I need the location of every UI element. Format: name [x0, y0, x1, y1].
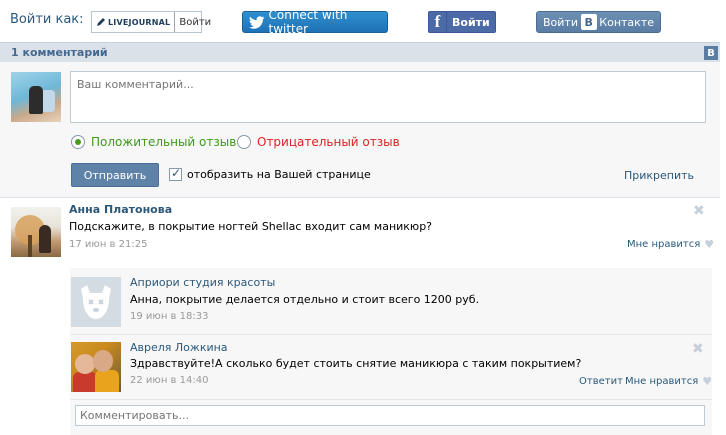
facebook-login-label: Войти: [452, 15, 490, 29]
show-on-page-checkbox[interactable]: ✓: [169, 166, 182, 181]
livejournal-login-label: Войти: [179, 16, 212, 28]
livejournal-pen-icon: [97, 18, 105, 26]
vk-login-label: Войти: [543, 15, 578, 29]
comment-author-avatar[interactable]: [11, 207, 61, 257]
positive-review-option[interactable]: Положительный отзыв: [71, 135, 236, 149]
comment-composer: Положительный отзыв Отрицательный отзыв …: [0, 62, 720, 198]
reply-date[interactable]: 22 июн в 14:40: [130, 375, 208, 386]
positive-review-label: Положительный отзыв: [91, 135, 237, 149]
vk-logo-icon: В: [580, 14, 597, 30]
reply-link[interactable]: Ответит: [579, 376, 623, 387]
reply-divider: [70, 399, 712, 400]
reply-author-name[interactable]: Авреля Ложкина: [130, 341, 228, 354]
reply-divider: [70, 334, 712, 335]
facebook-login-button[interactable]: f Войти: [428, 11, 496, 33]
reply-author-avatar[interactable]: [71, 277, 121, 327]
close-icon[interactable]: ✖: [692, 341, 704, 357]
heart-icon: ♥: [702, 375, 713, 388]
reply-author-name[interactable]: Априори студия красоты: [130, 276, 275, 289]
negative-review-label: Отрицательный отзыв: [257, 135, 400, 149]
reply-text: Анна, покрытие делается отдельно и стоит…: [130, 293, 480, 306]
check-icon: ✓: [171, 166, 182, 180]
livejournal-login-button[interactable]: LIVEJOURNAL Войти: [91, 11, 211, 33]
show-on-page-option[interactable]: ✓ отобразить на Вашей странице: [169, 166, 371, 181]
current-user-avatar: [11, 72, 61, 122]
comment-date[interactable]: 17 июн в 21:25: [69, 239, 147, 250]
twitter-bird-icon: [249, 15, 265, 29]
close-icon[interactable]: ✖: [693, 203, 705, 219]
positive-review-radio[interactable]: [71, 135, 85, 149]
heart-icon: ♥: [704, 238, 715, 251]
deactivated-dog-icon: [81, 285, 111, 319]
negative-review-option[interactable]: Отрицательный отзыв: [237, 135, 400, 149]
comments-count: 1 комментарий: [11, 46, 108, 59]
reply-text: Здравствуйте!А сколько будет стоить снят…: [130, 357, 582, 370]
like-label: Мне нравится: [625, 376, 699, 387]
livejournal-logo: LIVEJOURNAL: [92, 12, 176, 32]
negative-review-radio[interactable]: [237, 135, 251, 149]
reply-author-avatar[interactable]: [71, 342, 121, 392]
like-label: Мне нравится: [627, 239, 701, 250]
login-label: Войти как:: [10, 12, 84, 27]
twitter-connect-button[interactable]: Connect with twitter: [242, 8, 388, 36]
vk-corner-logo-icon[interactable]: В: [704, 46, 718, 60]
like-button[interactable]: Мне нравится ♥: [627, 238, 714, 251]
livejournal-logo-text: LIVEJOURNAL: [108, 17, 171, 27]
like-button[interactable]: Мне нравится ♥: [625, 375, 712, 388]
login-bar: Войти как: LIVEJOURNAL Войти Connect wit…: [0, 0, 726, 42]
comment-input[interactable]: [70, 71, 706, 123]
vk-login-button[interactable]: Войти В Контакте: [536, 11, 661, 33]
send-button[interactable]: Отправить: [71, 163, 159, 187]
reply-comment-input[interactable]: [75, 405, 705, 426]
reply-date[interactable]: 19 июн в 18:33: [130, 311, 208, 322]
comment-author-name[interactable]: Анна Платонова: [69, 203, 172, 216]
facebook-f-icon: f: [429, 12, 447, 32]
comment-text: Подскажите, в покрытие ногтей Shellac вх…: [69, 220, 433, 233]
comments-header: 1 комментарий В: [0, 42, 720, 62]
attach-link[interactable]: Прикрепить: [624, 169, 694, 182]
twitter-connect-label: Connect with twitter: [268, 8, 348, 36]
vk-contact-label: Контакте: [599, 15, 654, 29]
show-on-page-label: отобразить на Вашей странице: [187, 168, 371, 181]
